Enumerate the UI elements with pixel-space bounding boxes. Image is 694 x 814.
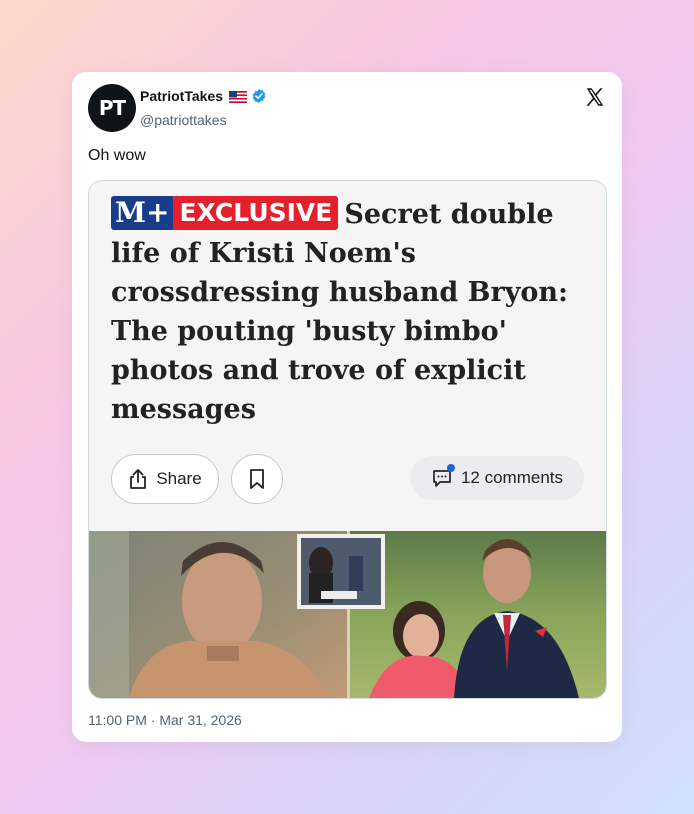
exclusive-badge: EXCLUSIVE [173, 196, 339, 230]
tweet-text: Oh wow [88, 147, 146, 164]
verified-badge-icon [251, 88, 267, 104]
article-headline-block: M+ EXCLUSIVE Secret double life of Kristi … [111, 195, 591, 429]
mail-plus-badge: M+ [111, 196, 174, 230]
x-logo-icon[interactable] [584, 86, 606, 108]
unread-dot [446, 464, 455, 472]
post-card: PT PatriotTakes @patriottakes Oh wow M+ … [72, 72, 622, 742]
author-name[interactable]: PatriotTakes [140, 88, 223, 104]
bookmark-button[interactable] [231, 454, 283, 504]
article-photo [89, 531, 606, 698]
us-flag-icon [229, 90, 247, 103]
comment-icon [431, 464, 455, 489]
share-icon [130, 469, 147, 489]
share-button[interactable]: Share [111, 454, 219, 504]
share-label: Share [156, 469, 202, 488]
author-avatar[interactable]: PT [88, 84, 136, 132]
embedded-article-screenshot[interactable]: M+ EXCLUSIVE Secret double life of Kristi … [88, 180, 607, 699]
avatar-initials: PT [98, 96, 126, 120]
author-name-row: PatriotTakes [140, 88, 267, 104]
author-handle[interactable]: @patriottakes [140, 112, 227, 128]
comments-label: 12 comments [460, 468, 564, 487]
bookmark-icon [250, 469, 264, 489]
article-headline: Secret double life of Kristi Noem's cros… [111, 199, 569, 425]
comments-button[interactable]: 12 comments [410, 456, 584, 500]
post-timestamp[interactable]: 11:00 PM · Mar 31, 2026 [88, 712, 242, 728]
